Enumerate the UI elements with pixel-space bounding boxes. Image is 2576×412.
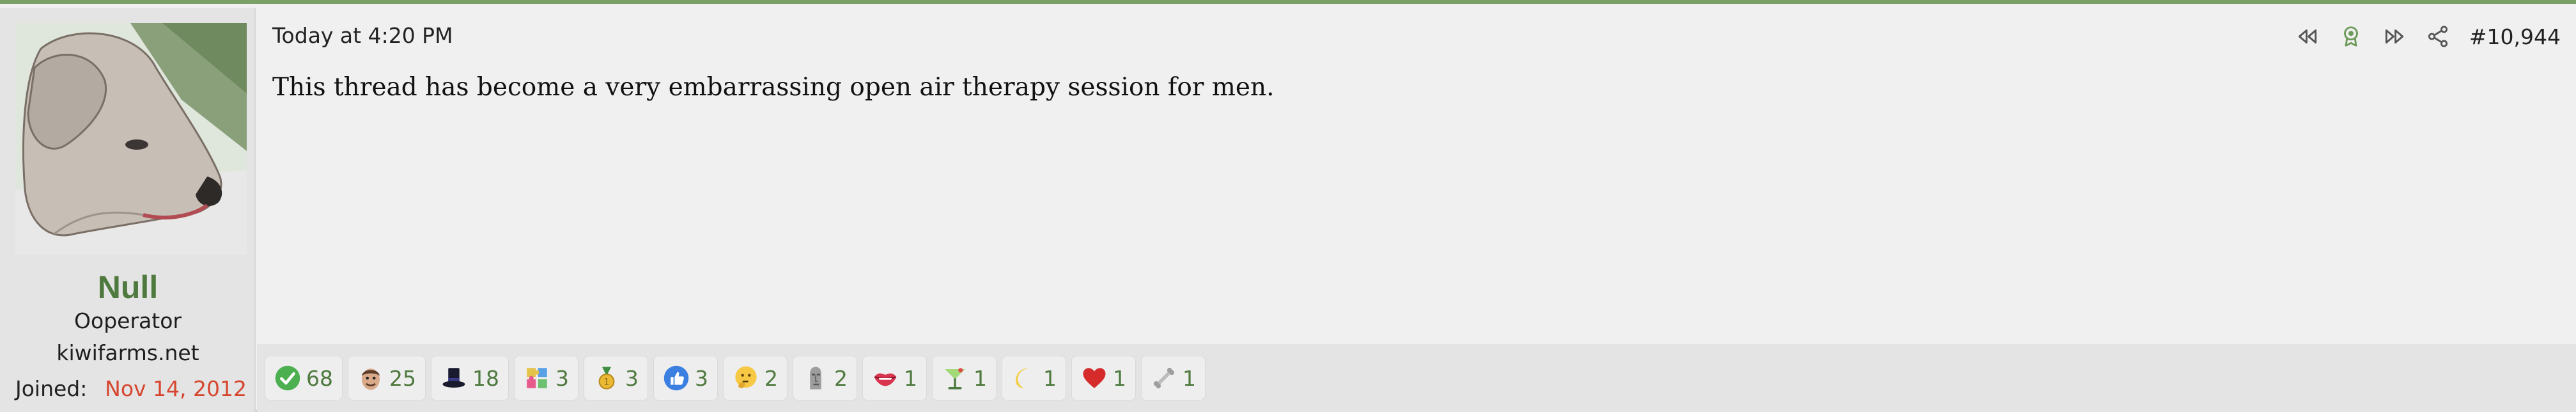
reaction-count: 1 xyxy=(1043,365,1057,391)
rewind-icon[interactable] xyxy=(2295,24,2320,49)
joined-label: Joined: xyxy=(15,376,88,401)
user-site: kiwifarms.net xyxy=(56,340,199,365)
reaction-item[interactable]: 25 xyxy=(348,356,426,400)
reaction-item[interactable]: 1 xyxy=(1141,356,1206,400)
award-icon[interactable] xyxy=(2339,24,2363,49)
reaction-count: 3 xyxy=(555,365,569,391)
reaction-item[interactable]: 3 xyxy=(653,356,718,400)
dog-avatar-image xyxy=(15,23,247,255)
avatar[interactable] xyxy=(15,23,247,255)
reaction-count: 1 xyxy=(1183,365,1196,391)
post-date-link[interactable]: Today at 4:20 PM xyxy=(272,23,453,48)
reaction-bar: 68 25 18 3 1 3 3 2 2 1 1 1 1 1 xyxy=(257,344,2576,412)
reaction-count: 18 xyxy=(472,365,499,391)
post: Null Ooperator kiwifarms.net Joined: Nov… xyxy=(0,0,2576,412)
reaction-item[interactable]: 18 xyxy=(431,356,509,400)
moon-icon xyxy=(1011,365,1038,392)
message-cell: Today at 4:20 PM #10,944 This thread has… xyxy=(257,8,2576,412)
reaction-item[interactable]: 1 xyxy=(862,356,927,400)
post-header: Today at 4:20 PM #10,944 xyxy=(272,20,2561,52)
heart-icon xyxy=(1081,365,1108,392)
post-tools: #10,944 xyxy=(2295,20,2561,52)
reaction-count: 1 xyxy=(904,365,917,391)
moai-icon xyxy=(802,365,829,392)
fast-forward-icon[interactable] xyxy=(2382,24,2407,49)
reaction-count: 3 xyxy=(695,365,708,391)
thumbs-up-icon xyxy=(663,365,690,392)
checkmark-icon xyxy=(274,365,301,392)
reaction-count: 1 xyxy=(1113,365,1126,391)
joined-row: Joined: Nov 14, 2012 xyxy=(15,374,247,402)
reaction-count: 68 xyxy=(306,365,333,391)
top-hat-icon xyxy=(440,365,467,392)
reaction-count: 3 xyxy=(625,365,639,391)
svg-text:1: 1 xyxy=(604,377,610,388)
reaction-item[interactable]: 68 xyxy=(265,356,343,400)
reaction-count: 2 xyxy=(834,365,848,391)
reaction-count: 1 xyxy=(974,365,987,391)
reaction-item[interactable]: 3 xyxy=(514,356,578,400)
lips-icon xyxy=(872,365,899,392)
reaction-count: 25 xyxy=(389,365,416,391)
reactions-list: 68 25 18 3 1 3 3 2 2 1 1 1 1 1 xyxy=(265,356,1206,400)
post-number-link[interactable]: #10,944 xyxy=(2469,24,2561,49)
face-icon xyxy=(357,365,384,392)
share-icon[interactable] xyxy=(2426,24,2450,49)
thinking-icon xyxy=(733,365,759,392)
reaction-item[interactable]: 1 xyxy=(1002,356,1066,400)
reaction-item[interactable]: 1 xyxy=(932,356,997,400)
username[interactable]: Null xyxy=(0,269,256,306)
post-body: This thread has become a very embarrassi… xyxy=(272,73,1275,102)
reaction-count: 2 xyxy=(764,365,778,391)
joined-date: Nov 14, 2012 xyxy=(105,376,247,401)
reaction-item[interactable]: 2 xyxy=(793,356,857,400)
medal-icon: 1 xyxy=(593,365,620,392)
user-cell: Null Ooperator kiwifarms.net Joined: Nov… xyxy=(0,8,256,412)
reaction-item[interactable]: 2 xyxy=(723,356,788,400)
cocktail-icon xyxy=(942,365,968,392)
reaction-item[interactable]: 13 xyxy=(584,356,648,400)
reaction-item[interactable]: 1 xyxy=(1071,356,1136,400)
bone-icon xyxy=(1151,365,1177,392)
puzzle-icon xyxy=(524,365,550,392)
user-title: Ooperator xyxy=(74,308,182,333)
